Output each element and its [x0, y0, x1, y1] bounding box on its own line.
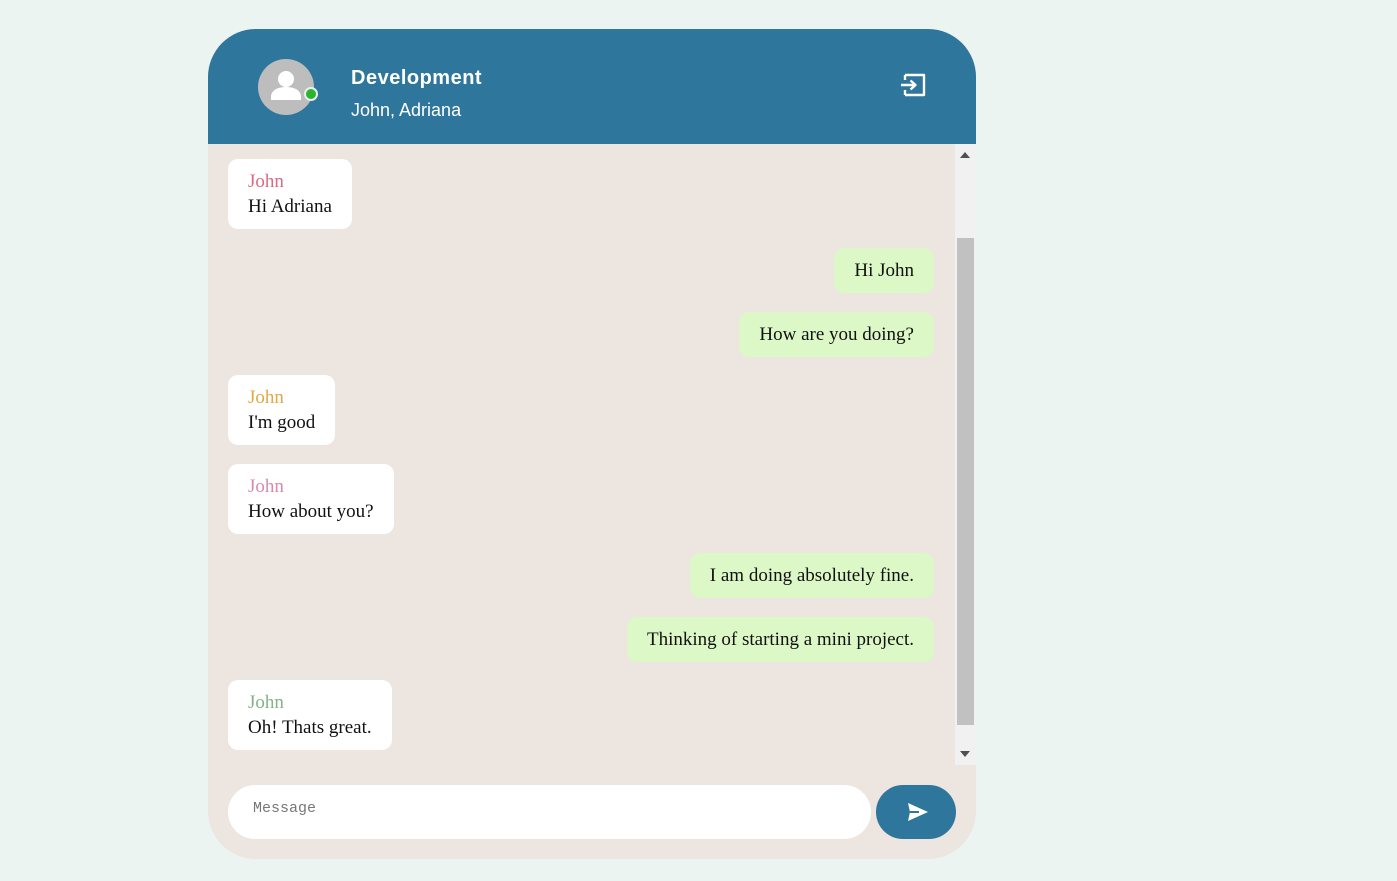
- message-incoming: John Oh! Thats great.: [228, 680, 392, 750]
- group-avatar[interactable]: [258, 59, 314, 115]
- send-icon: [908, 803, 928, 821]
- message-sender: John: [248, 692, 284, 713]
- message-sender: John: [248, 171, 284, 192]
- chat-members: John, Adriana: [351, 100, 462, 120]
- chat-window: Development John, Adriana John Hi Adrian…: [208, 29, 976, 859]
- message-text: Hi Adriana: [248, 196, 332, 217]
- message-outgoing: Hi John: [834, 248, 934, 293]
- message-outgoing: How are you doing?: [739, 312, 934, 357]
- online-status-dot: [304, 87, 318, 101]
- scroll-down-arrow-icon[interactable]: [960, 751, 970, 757]
- message-text: Hi John: [854, 260, 914, 281]
- message-outgoing: I am doing absolutely fine.: [689, 553, 934, 598]
- exit-icon: [901, 73, 926, 97]
- message-text: How about you?: [248, 501, 374, 522]
- user-icon: [271, 71, 301, 100]
- message-incoming: John How about you?: [228, 464, 394, 534]
- message-text: I'm good: [248, 412, 316, 433]
- send-button[interactable]: [876, 785, 956, 839]
- message-text: I am doing absolutely fine.: [709, 565, 914, 586]
- message-incoming: John I'm good: [228, 375, 336, 445]
- message-incoming: John Hi Adriana: [228, 159, 352, 229]
- scroll-thumb[interactable]: [957, 238, 974, 725]
- message-text: Thinking of starting a mini project.: [646, 629, 914, 650]
- chat-header: Development John, Adriana: [208, 29, 976, 144]
- message-text: How are you doing?: [759, 324, 914, 345]
- message-input[interactable]: [228, 785, 871, 839]
- chat-title: Development: [351, 67, 483, 89]
- scroll-up-arrow-icon[interactable]: [960, 152, 970, 158]
- messages-list[interactable]: John Hi Adriana Hi John How are you doin…: [208, 144, 955, 765]
- message-sender: John: [248, 387, 284, 408]
- message-sender: John: [248, 476, 284, 497]
- message-outgoing: Thinking of starting a mini project.: [626, 617, 934, 662]
- message-text: Oh! Thats great.: [248, 717, 372, 738]
- messages-scrollbar[interactable]: [955, 144, 976, 765]
- exit-button[interactable]: [900, 71, 928, 99]
